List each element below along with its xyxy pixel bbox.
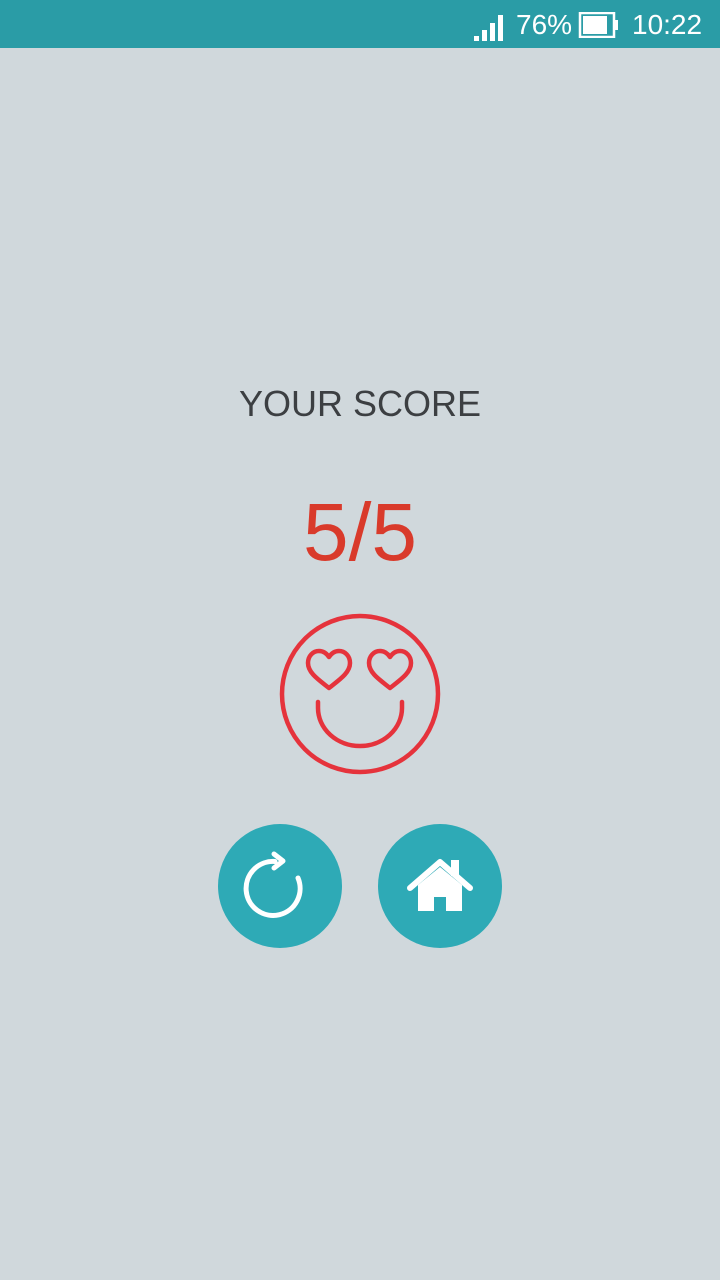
heart-eyes-smiley-icon	[279, 613, 441, 775]
score-label: YOUR SCORE	[238, 383, 482, 424]
battery-icon	[578, 12, 618, 38]
replay-icon	[243, 851, 303, 918]
signal-bars-icon	[474, 15, 503, 41]
status-clock: 10:22	[632, 9, 703, 40]
score-value: 5/5	[303, 487, 417, 578]
home-icon	[407, 859, 473, 911]
battery-percentage: 76%	[516, 9, 573, 40]
home-button[interactable]	[378, 824, 502, 948]
replay-button[interactable]	[218, 824, 342, 948]
status-bar: 76% 10:22	[0, 0, 720, 48]
